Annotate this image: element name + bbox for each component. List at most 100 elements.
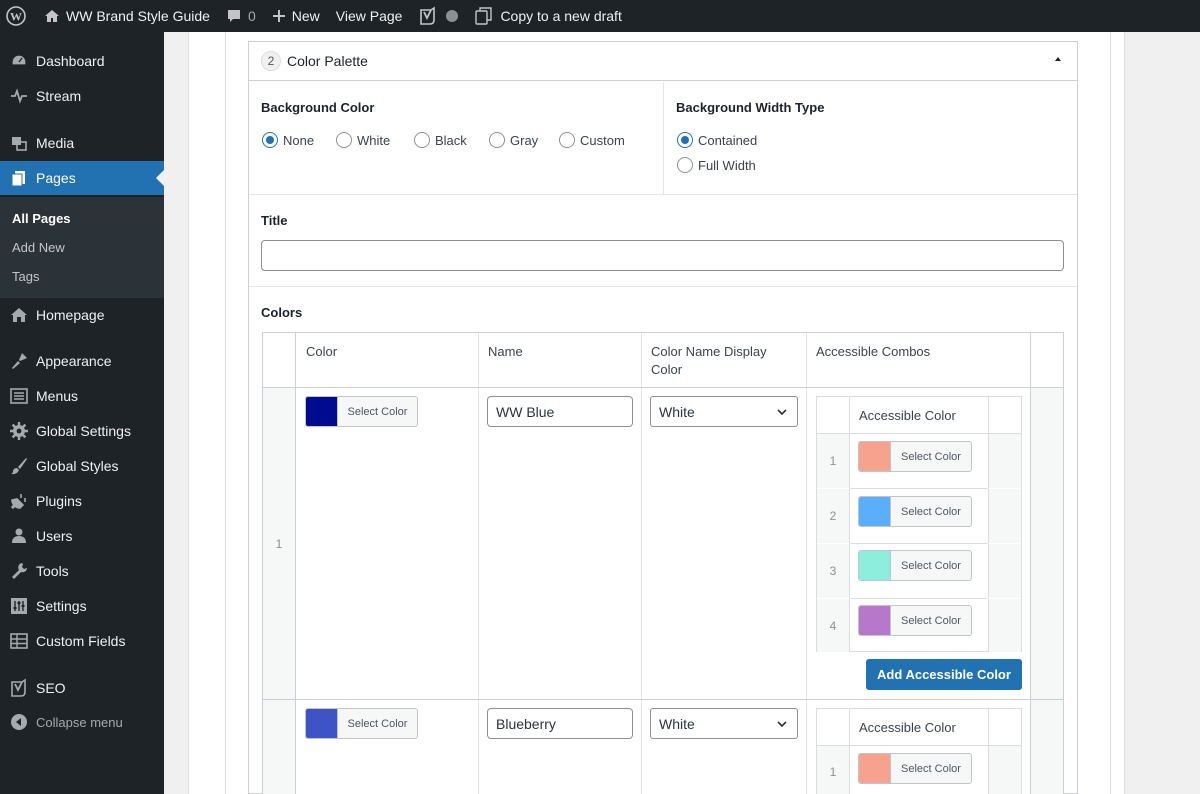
bg-color-option-gray[interactable]: Gray: [489, 132, 538, 148]
wordpress-logo-icon[interactable]: W: [0, 0, 36, 32]
submenu-tags[interactable]: Tags: [12, 269, 39, 284]
sidebar-item-appearance[interactable]: Appearance: [0, 344, 164, 378]
select-color-label: Select Color: [347, 405, 408, 418]
radio-label: Custom: [580, 132, 625, 148]
collapse-toggle-icon[interactable]: [1055, 57, 1061, 61]
sidebar-item-settings[interactable]: Settings: [0, 589, 164, 623]
sidebar-item-stream[interactable]: Stream: [0, 79, 164, 113]
combo-index: 4: [829, 618, 837, 633]
appearance-icon: [0, 351, 36, 371]
sidebar-item-label: Menus: [36, 388, 79, 404]
combo-drag-handle[interactable]: 4: [817, 599, 850, 652]
color-name-input[interactable]: [487, 708, 633, 739]
layout-header[interactable]: 2 Color Palette: [249, 42, 1077, 81]
bg-width-option-contained[interactable]: Contained: [677, 132, 757, 148]
layout-order-badge[interactable]: 2: [261, 51, 281, 71]
combo-remove-cell[interactable]: [988, 489, 1021, 543]
combo-color-select-button[interactable]: Select Color: [858, 550, 972, 581]
sidebar-item-custom-fields[interactable]: Custom Fields: [0, 624, 164, 658]
sidebar-item-label: Pages: [36, 170, 76, 186]
custom-fields-icon: [0, 631, 36, 651]
combo-remove-cell[interactable]: [988, 434, 1021, 488]
site-name-link[interactable]: WW Brand Style Guide: [36, 0, 218, 32]
accessible-combos-table: Accessible Color 1 Select Color 2 Select…: [816, 396, 1022, 652]
add-accessible-color-button[interactable]: Add Accessible Color: [866, 659, 1022, 690]
bg-width-option-full[interactable]: Full Width: [677, 157, 756, 173]
bg-color-option-custom[interactable]: Custom: [559, 132, 625, 148]
color-select-button[interactable]: Select Color: [305, 708, 418, 739]
sidebar-item-dashboard[interactable]: Dashboard: [0, 44, 164, 78]
view-page-link[interactable]: View Page: [328, 0, 411, 32]
row-drag-handle[interactable]: 1: [263, 388, 296, 699]
display-color-select[interactable]: White: [650, 396, 798, 427]
sidebar-item-users[interactable]: Users: [0, 519, 164, 553]
select-color-label: Select Color: [347, 717, 408, 730]
sidebar-item-pages[interactable]: Pages: [0, 161, 164, 195]
radio-label: None: [283, 132, 315, 148]
bg-color-option-none[interactable]: None: [262, 132, 314, 148]
sidebar-item-menus[interactable]: Menus: [0, 379, 164, 413]
yoast-icon: [0, 678, 36, 698]
sidebar-item-plugins[interactable]: Plugins: [0, 484, 164, 518]
sidebar-item-label: Homepage: [36, 307, 105, 323]
sidebar-item-media[interactable]: Media: [0, 126, 164, 160]
sidebar-item-homepage[interactable]: Homepage: [0, 298, 164, 332]
sidebar-item-global-settings[interactable]: Global Settings: [0, 414, 164, 448]
combo-drag-handle[interactable]: 2: [817, 489, 850, 543]
radio-label: Black: [435, 132, 467, 148]
combo-divider: [850, 543, 988, 544]
combo-drag-handle[interactable]: 1: [817, 746, 850, 794]
chevron-down-icon: [777, 721, 787, 728]
color-name-input[interactable]: [487, 396, 633, 427]
collapse-menu-button[interactable]: Collapse menu: [0, 705, 164, 739]
combo-color-select-button[interactable]: Select Color: [858, 605, 972, 636]
combo-color-select-button[interactable]: Select Color: [858, 441, 972, 472]
sidebar-item-label: Tools: [36, 563, 69, 579]
combo-remove-cell[interactable]: [988, 544, 1021, 598]
combo-index: 2: [829, 509, 837, 523]
new-content-link[interactable]: New: [264, 0, 328, 32]
color-swatch: [306, 397, 338, 426]
copy-draft-link[interactable]: Copy to a new draft: [466, 0, 629, 32]
gear-icon: [0, 421, 36, 441]
combo-drag-handle[interactable]: 1: [817, 434, 850, 488]
bg-color-option-white[interactable]: White: [336, 132, 390, 148]
select-value: White: [659, 403, 695, 420]
bg-color-option-black[interactable]: Black: [414, 132, 467, 148]
header-handle-cell: [263, 333, 296, 387]
row-remove-cell[interactable]: [1030, 700, 1063, 794]
sidebar-item-label: Settings: [36, 598, 87, 614]
column-header-color: Color: [306, 344, 338, 359]
combo-remove-cell[interactable]: [988, 746, 1021, 794]
settings-icon: [0, 596, 36, 616]
color-select-button[interactable]: Select Color: [305, 396, 418, 427]
comments-link[interactable]: 0: [218, 0, 264, 32]
combo-drag-handle[interactable]: 3: [817, 544, 850, 598]
display-color-select[interactable]: White: [650, 708, 798, 739]
radio-icon: [336, 132, 352, 148]
sidebar-item-tools[interactable]: Tools: [0, 554, 164, 588]
combo-color-select-button[interactable]: Select Color: [858, 753, 972, 784]
radio-label: Full Width: [698, 157, 756, 173]
sidebar-item-seo[interactable]: SEO: [0, 671, 164, 705]
new-label: New: [291, 8, 320, 24]
row-remove-cell[interactable]: [1030, 388, 1063, 699]
submenu-add-new[interactable]: Add New: [12, 240, 65, 255]
accessible-color-header: Accessible Color: [859, 408, 956, 423]
sidebar-item-global-styles[interactable]: Global Styles: [0, 449, 164, 483]
title-input[interactable]: [261, 240, 1064, 271]
field-divider: [663, 82, 664, 195]
submenu-all-pages[interactable]: All Pages: [12, 211, 71, 226]
color-swatch: [859, 754, 891, 783]
yoast-menu[interactable]: [410, 0, 466, 32]
layout-title: Color Palette: [287, 53, 368, 69]
comment-count: 0: [247, 8, 256, 24]
users-icon: [0, 526, 36, 546]
field-divider: [249, 194, 1077, 195]
field-divider: [249, 286, 1077, 287]
combo-color-select-button[interactable]: Select Color: [858, 496, 972, 527]
row-drag-handle[interactable]: [263, 700, 296, 794]
dashboard-icon: [0, 51, 36, 71]
brush-icon: [0, 456, 36, 476]
combo-remove-cell[interactable]: [988, 599, 1021, 652]
